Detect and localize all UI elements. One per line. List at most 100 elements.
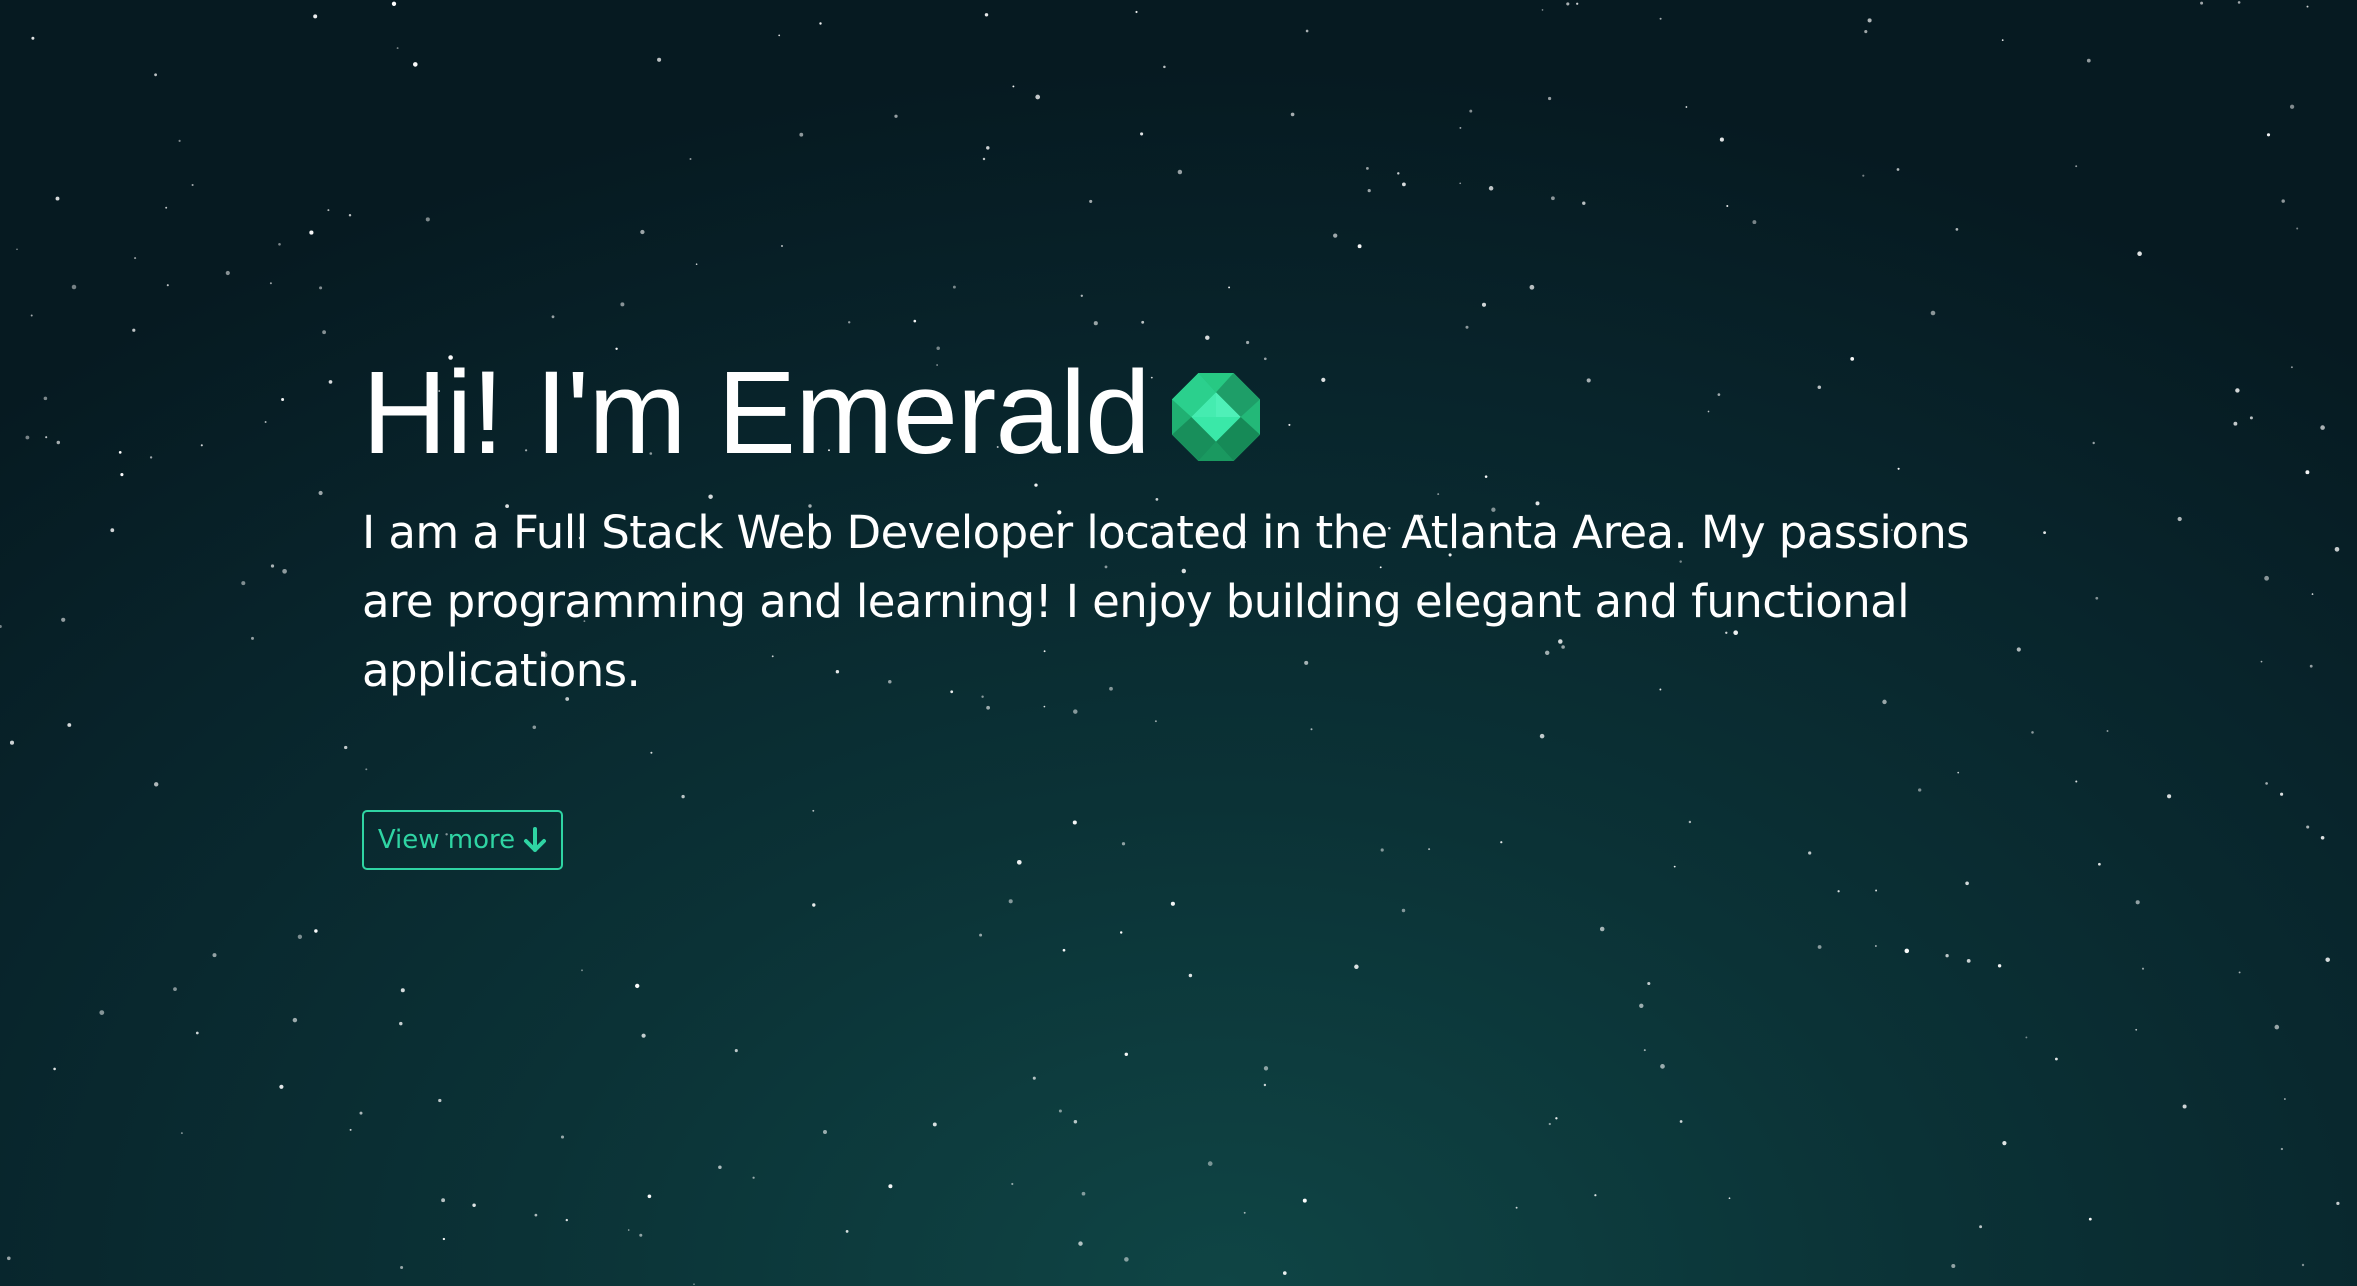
star [318, 490, 323, 496]
star [1282, 1271, 1287, 1275]
star [2289, 104, 2295, 109]
star [812, 809, 815, 812]
star [173, 987, 177, 991]
star [2098, 862, 2101, 866]
star [1945, 954, 1949, 958]
star [442, 1237, 446, 1241]
star [819, 22, 822, 25]
star [1930, 310, 1936, 316]
star [391, 1, 397, 6]
star [1752, 220, 1757, 225]
star [2075, 780, 2078, 783]
intro-paragraph: I am a Full Stack Web Developer located … [362, 506, 1970, 697]
star [1875, 945, 1877, 947]
star [1058, 1109, 1062, 1113]
star [1016, 859, 1022, 865]
star [1121, 842, 1126, 846]
star [2233, 421, 2238, 426]
star [2320, 425, 2325, 430]
star [191, 183, 194, 187]
star [1035, 94, 1041, 100]
star [1582, 201, 1586, 205]
star [1043, 705, 1046, 708]
star [1119, 931, 1123, 934]
star [565, 1218, 568, 1222]
star [251, 636, 254, 640]
star [2325, 957, 2330, 962]
star [2284, 1098, 2286, 1100]
star [45, 436, 48, 439]
star [166, 284, 169, 287]
star [9, 740, 15, 745]
star [1808, 851, 1812, 855]
star [1032, 1076, 1036, 1080]
star [1263, 1066, 1269, 1071]
star [56, 440, 61, 445]
star [53, 1067, 56, 1071]
star [1864, 30, 1868, 34]
view-more-button[interactable]: View more [362, 810, 563, 870]
star [1660, 1064, 1665, 1069]
star [657, 57, 662, 62]
star [309, 230, 314, 235]
star [812, 903, 816, 907]
star [1243, 1211, 1246, 1214]
star [1679, 1120, 1683, 1123]
star [110, 528, 115, 533]
star [2260, 660, 2263, 663]
star [281, 398, 285, 401]
star [2280, 792, 2284, 796]
star [2002, 1141, 2007, 1146]
star [2137, 251, 2142, 256]
star [1685, 106, 1688, 108]
star [888, 1184, 893, 1189]
star [134, 257, 137, 260]
star [1481, 302, 1487, 307]
star [1124, 1257, 1129, 1262]
star [581, 969, 583, 972]
star [1205, 335, 1210, 340]
star [1469, 109, 1473, 113]
star [1867, 18, 1872, 23]
star [640, 229, 645, 235]
star [1188, 973, 1193, 978]
star [823, 1130, 827, 1134]
star [16, 248, 18, 251]
star [314, 929, 318, 933]
star [952, 285, 956, 289]
star [120, 473, 124, 477]
star [986, 146, 990, 150]
star [313, 14, 318, 19]
star [1957, 771, 1960, 774]
star [154, 73, 158, 77]
star [292, 1017, 298, 1023]
star [693, 1283, 695, 1286]
star [1397, 172, 1400, 175]
star [165, 206, 168, 209]
star [279, 1084, 284, 1089]
star [1875, 889, 1878, 892]
hero-headline: Hi! I'm Emerald [362, 348, 1982, 478]
star [894, 114, 898, 118]
star [1639, 1003, 1644, 1008]
star [1918, 788, 1922, 792]
star [1576, 2, 1579, 5]
star [1659, 17, 1662, 20]
star [269, 282, 272, 285]
star [1551, 196, 1555, 201]
star [986, 705, 990, 710]
star [1135, 10, 1138, 14]
star [560, 1135, 565, 1139]
star [1078, 1241, 1083, 1246]
star [1465, 325, 1469, 329]
star [1688, 820, 1692, 824]
star [1124, 1052, 1129, 1057]
star [1488, 186, 1494, 191]
star [212, 953, 217, 958]
star [1965, 881, 1969, 886]
star [1402, 182, 1406, 187]
star [99, 1010, 105, 1015]
star [650, 751, 653, 754]
star [1093, 321, 1098, 326]
star [1428, 848, 1431, 851]
